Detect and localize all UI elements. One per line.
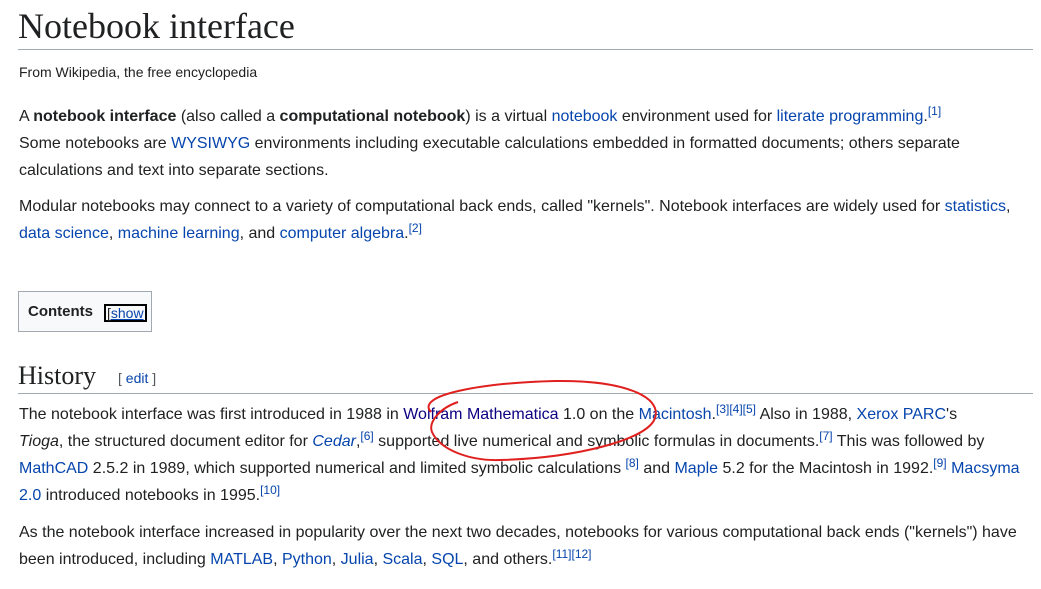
citation-12[interactable]: [12]: [571, 547, 591, 561]
edit-bracket-close: ]: [148, 370, 157, 386]
history-paragraph-1: The notebook interface was first introdu…: [19, 401, 1034, 509]
link-literate-programming[interactable]: literate programming: [777, 108, 924, 125]
text: supported live numerical and symbolic fo…: [373, 433, 820, 450]
text: (also called a: [176, 108, 280, 125]
toc-title: Contents: [28, 303, 93, 320]
text: ,: [1005, 198, 1011, 215]
text: 1.0 on the: [558, 406, 639, 423]
text: , the structured document editor for: [58, 433, 313, 450]
table-of-contents: Contents show: [18, 291, 152, 332]
text: and: [638, 460, 675, 477]
text: , and others.: [463, 551, 553, 568]
link-data-science[interactable]: data science: [19, 225, 109, 242]
link-statistics[interactable]: statistics: [945, 198, 1006, 215]
link-matlab[interactable]: MATLAB: [210, 551, 273, 568]
text: ,: [273, 551, 282, 568]
text: Also in 1988,: [756, 406, 857, 423]
section-divider: [18, 393, 1033, 394]
citation-7[interactable]: [7]: [819, 429, 832, 443]
citation-8[interactable]: [8]: [626, 456, 639, 470]
link-macintosh[interactable]: Macintosh: [639, 406, 712, 423]
link-mathcad[interactable]: MathCAD: [19, 460, 88, 477]
history-paragraph-2: As the notebook interface increased in p…: [19, 519, 1034, 573]
italic-tioga: Tioga: [19, 433, 59, 450]
text: This was followed by: [832, 433, 985, 450]
edit-bracket-open: [: [118, 370, 126, 386]
link-xerox-parc[interactable]: Xerox PARC: [857, 406, 947, 423]
edit-link[interactable]: edit: [126, 370, 149, 386]
link-notebook[interactable]: notebook: [552, 108, 618, 125]
text: environment used for: [617, 108, 777, 125]
link-cedar[interactable]: Cedar: [312, 433, 356, 450]
toc-show-toggle[interactable]: show: [104, 304, 147, 322]
citation-9[interactable]: [9]: [933, 456, 946, 470]
text: ) is a virtual: [465, 108, 552, 125]
link-wolfram-mathematica[interactable]: Wolfram Mathematica: [403, 406, 558, 423]
text: Some notebooks are: [19, 135, 172, 152]
intro-paragraph-2: Modular notebooks may connect to a varie…: [19, 193, 1034, 247]
intro-paragraph-1: A notebook interface (also called a comp…: [19, 103, 1034, 184]
citation-11[interactable]: [11]: [552, 547, 571, 561]
citation-5[interactable]: [5]: [743, 402, 756, 416]
section-edit-link: [ edit ]: [118, 370, 156, 386]
link-maple[interactable]: Maple: [674, 460, 718, 477]
link-scala[interactable]: Scala: [382, 551, 422, 568]
bold-term-notebook-interface: notebook interface: [33, 108, 177, 125]
text: 2.5.2 in 1989, which supported numerical…: [88, 460, 626, 477]
link-wysiwyg[interactable]: WYSIWYG: [171, 135, 250, 152]
page-title: Notebook interface: [18, 6, 295, 46]
link-machine-learning[interactable]: machine learning: [118, 225, 240, 242]
citation-3[interactable]: [3]: [716, 402, 729, 416]
text: , and: [239, 225, 280, 242]
bold-term-computational-notebook: computational notebook: [279, 108, 466, 125]
text: A: [19, 108, 34, 125]
text: ,: [331, 551, 341, 568]
citation-2[interactable]: [2]: [409, 221, 422, 235]
citation-1[interactable]: [1]: [928, 104, 941, 118]
link-computer-algebra[interactable]: computer algebra: [280, 225, 405, 242]
text: Modular notebooks may connect to a varie…: [19, 198, 945, 215]
text: 5.2 for the Macintosh in 1992.: [718, 460, 934, 477]
link-python[interactable]: Python: [282, 551, 332, 568]
text: The notebook interface was first introdu…: [19, 406, 404, 423]
citation-6[interactable]: [6]: [360, 429, 373, 443]
section-heading-history: History: [18, 361, 96, 390]
text: 's: [946, 406, 958, 423]
title-divider: [18, 49, 1033, 50]
text: ,: [108, 225, 118, 242]
link-sql[interactable]: SQL: [431, 551, 463, 568]
citation-4[interactable]: [4]: [729, 402, 742, 416]
link-julia[interactable]: Julia: [341, 551, 374, 568]
site-tagline: From Wikipedia, the free encyclopedia: [19, 64, 258, 80]
text: introduced notebooks in 1995.: [41, 487, 261, 504]
citation-10[interactable]: [10]: [260, 483, 280, 497]
